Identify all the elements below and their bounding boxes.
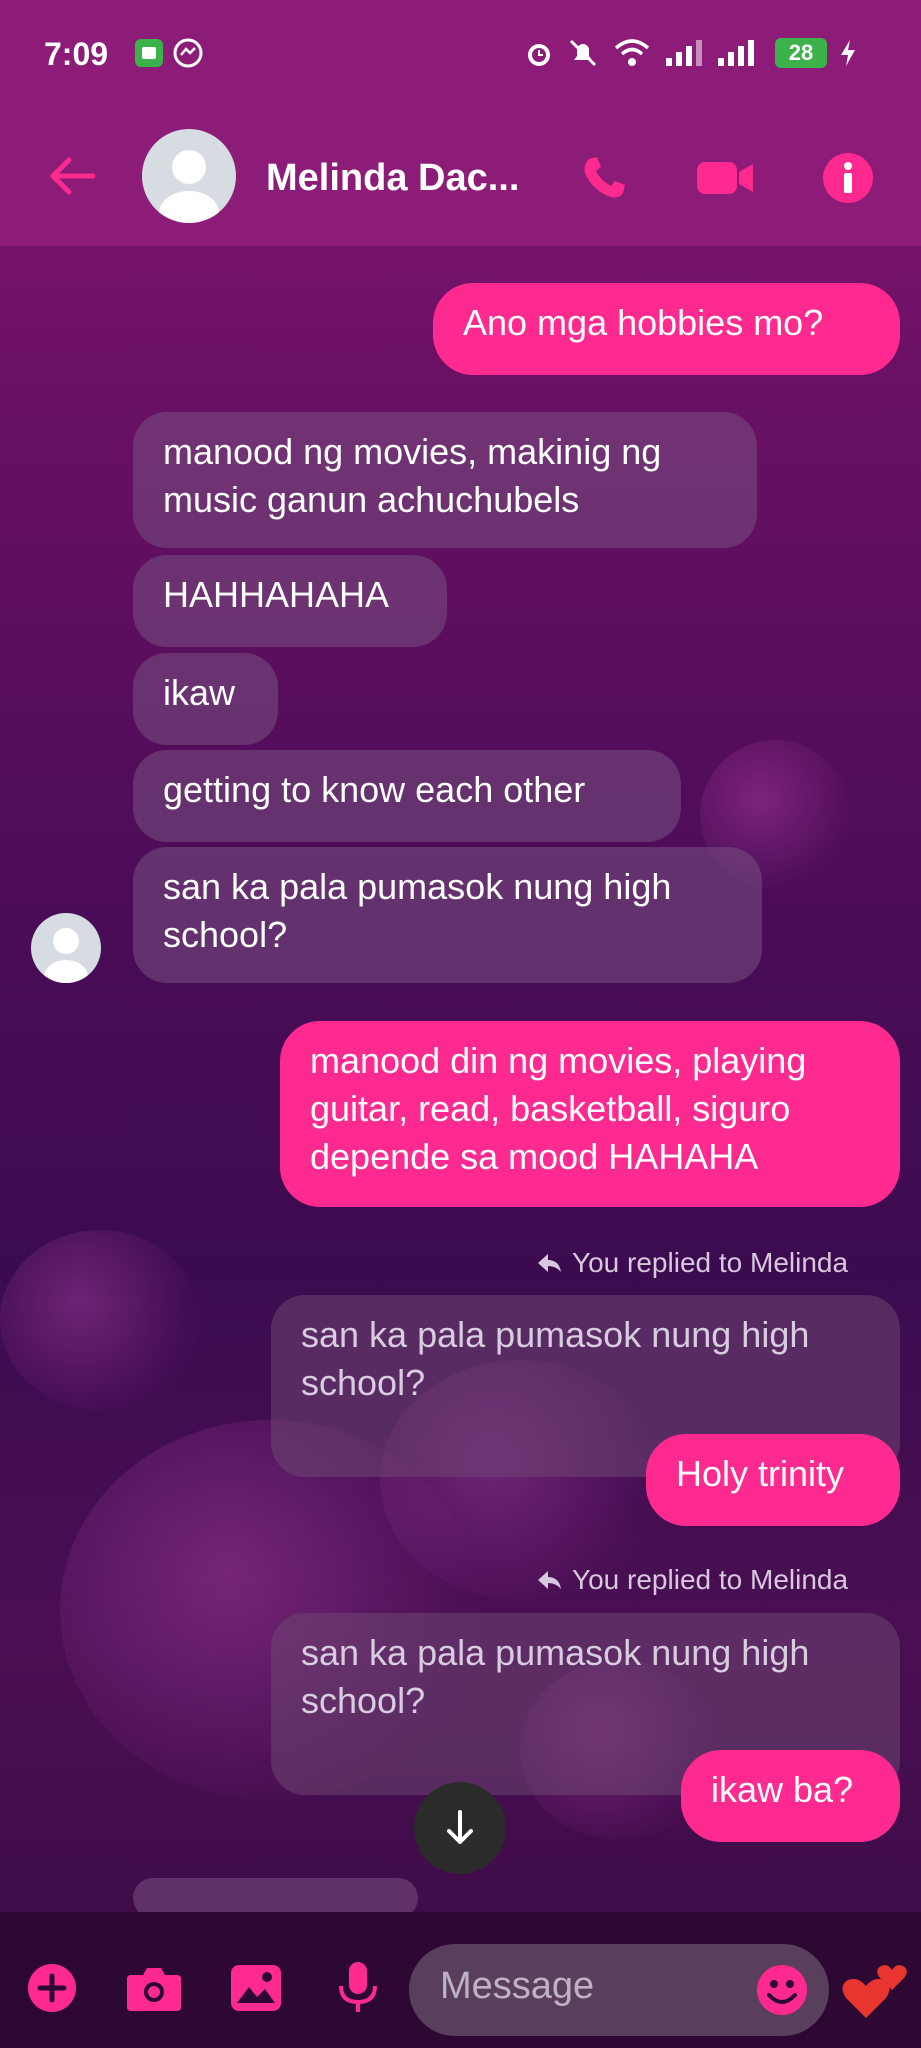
battery-level: 28 (775, 38, 827, 68)
status-bar: 7:09 28 (0, 0, 921, 108)
alarm-icon (522, 36, 556, 70)
incoming-message[interactable]: getting to know each other (133, 750, 681, 842)
messenger-icon (172, 36, 204, 70)
sender-avatar[interactable] (31, 913, 101, 983)
emoji-icon[interactable] (752, 1960, 812, 2020)
reply-arrow-icon (538, 1571, 561, 1589)
scroll-down-button[interactable] (414, 1782, 506, 1874)
charging-icon (836, 36, 860, 70)
reply-label: You replied to Melinda (572, 1247, 849, 1278)
reply-indicator: You replied to Melinda (536, 1247, 848, 1279)
microphone-icon[interactable] (326, 1956, 390, 2020)
contact-name[interactable]: Melinda Dac... (266, 157, 519, 200)
plus-icon[interactable] (20, 1956, 84, 2020)
chat-header: Melinda Dac... (0, 108, 921, 246)
battery-icon: 28 (772, 36, 830, 70)
incoming-message[interactable]: manood ng movies, makinig ng music ganun… (133, 412, 757, 548)
wifi-icon (612, 36, 652, 70)
outgoing-message[interactable]: Holy trinity (646, 1434, 900, 1526)
info-icon[interactable] (818, 148, 878, 208)
phone-icon[interactable] (574, 148, 634, 208)
video-call-icon[interactable] (694, 150, 758, 206)
background-heart (0, 1230, 200, 1410)
incoming-message[interactable]: HAHHAHAHA (133, 555, 447, 647)
reply-label: You replied to Melinda (572, 1564, 849, 1595)
app-notification-icon (134, 36, 164, 70)
signal-icon (664, 36, 708, 70)
outgoing-message[interactable]: manood din ng movies, playing guitar, re… (280, 1021, 900, 1207)
reply-indicator: You replied to Melinda (536, 1564, 848, 1596)
message-placeholder: Message (440, 1965, 595, 2007)
signal-icon-2 (716, 36, 760, 70)
back-arrow-icon[interactable] (44, 148, 100, 204)
incoming-message[interactable]: san ka pala pumasok nung high school? (133, 847, 762, 983)
outgoing-message[interactable]: ikaw ba? (681, 1750, 900, 1842)
camera-icon[interactable] (122, 1956, 186, 2020)
incoming-message[interactable]: ikaw (133, 653, 278, 745)
arrow-down-icon (447, 1810, 473, 1844)
gallery-icon[interactable] (224, 1956, 288, 2020)
hearts-reaction-icon[interactable] (836, 1950, 916, 2030)
outgoing-message[interactable]: Ano mga hobbies mo? (433, 283, 900, 375)
reply-arrow-icon (538, 1254, 561, 1272)
contact-avatar[interactable] (142, 129, 236, 223)
mute-bell-icon (566, 36, 600, 70)
status-time: 7:09 (44, 36, 109, 72)
